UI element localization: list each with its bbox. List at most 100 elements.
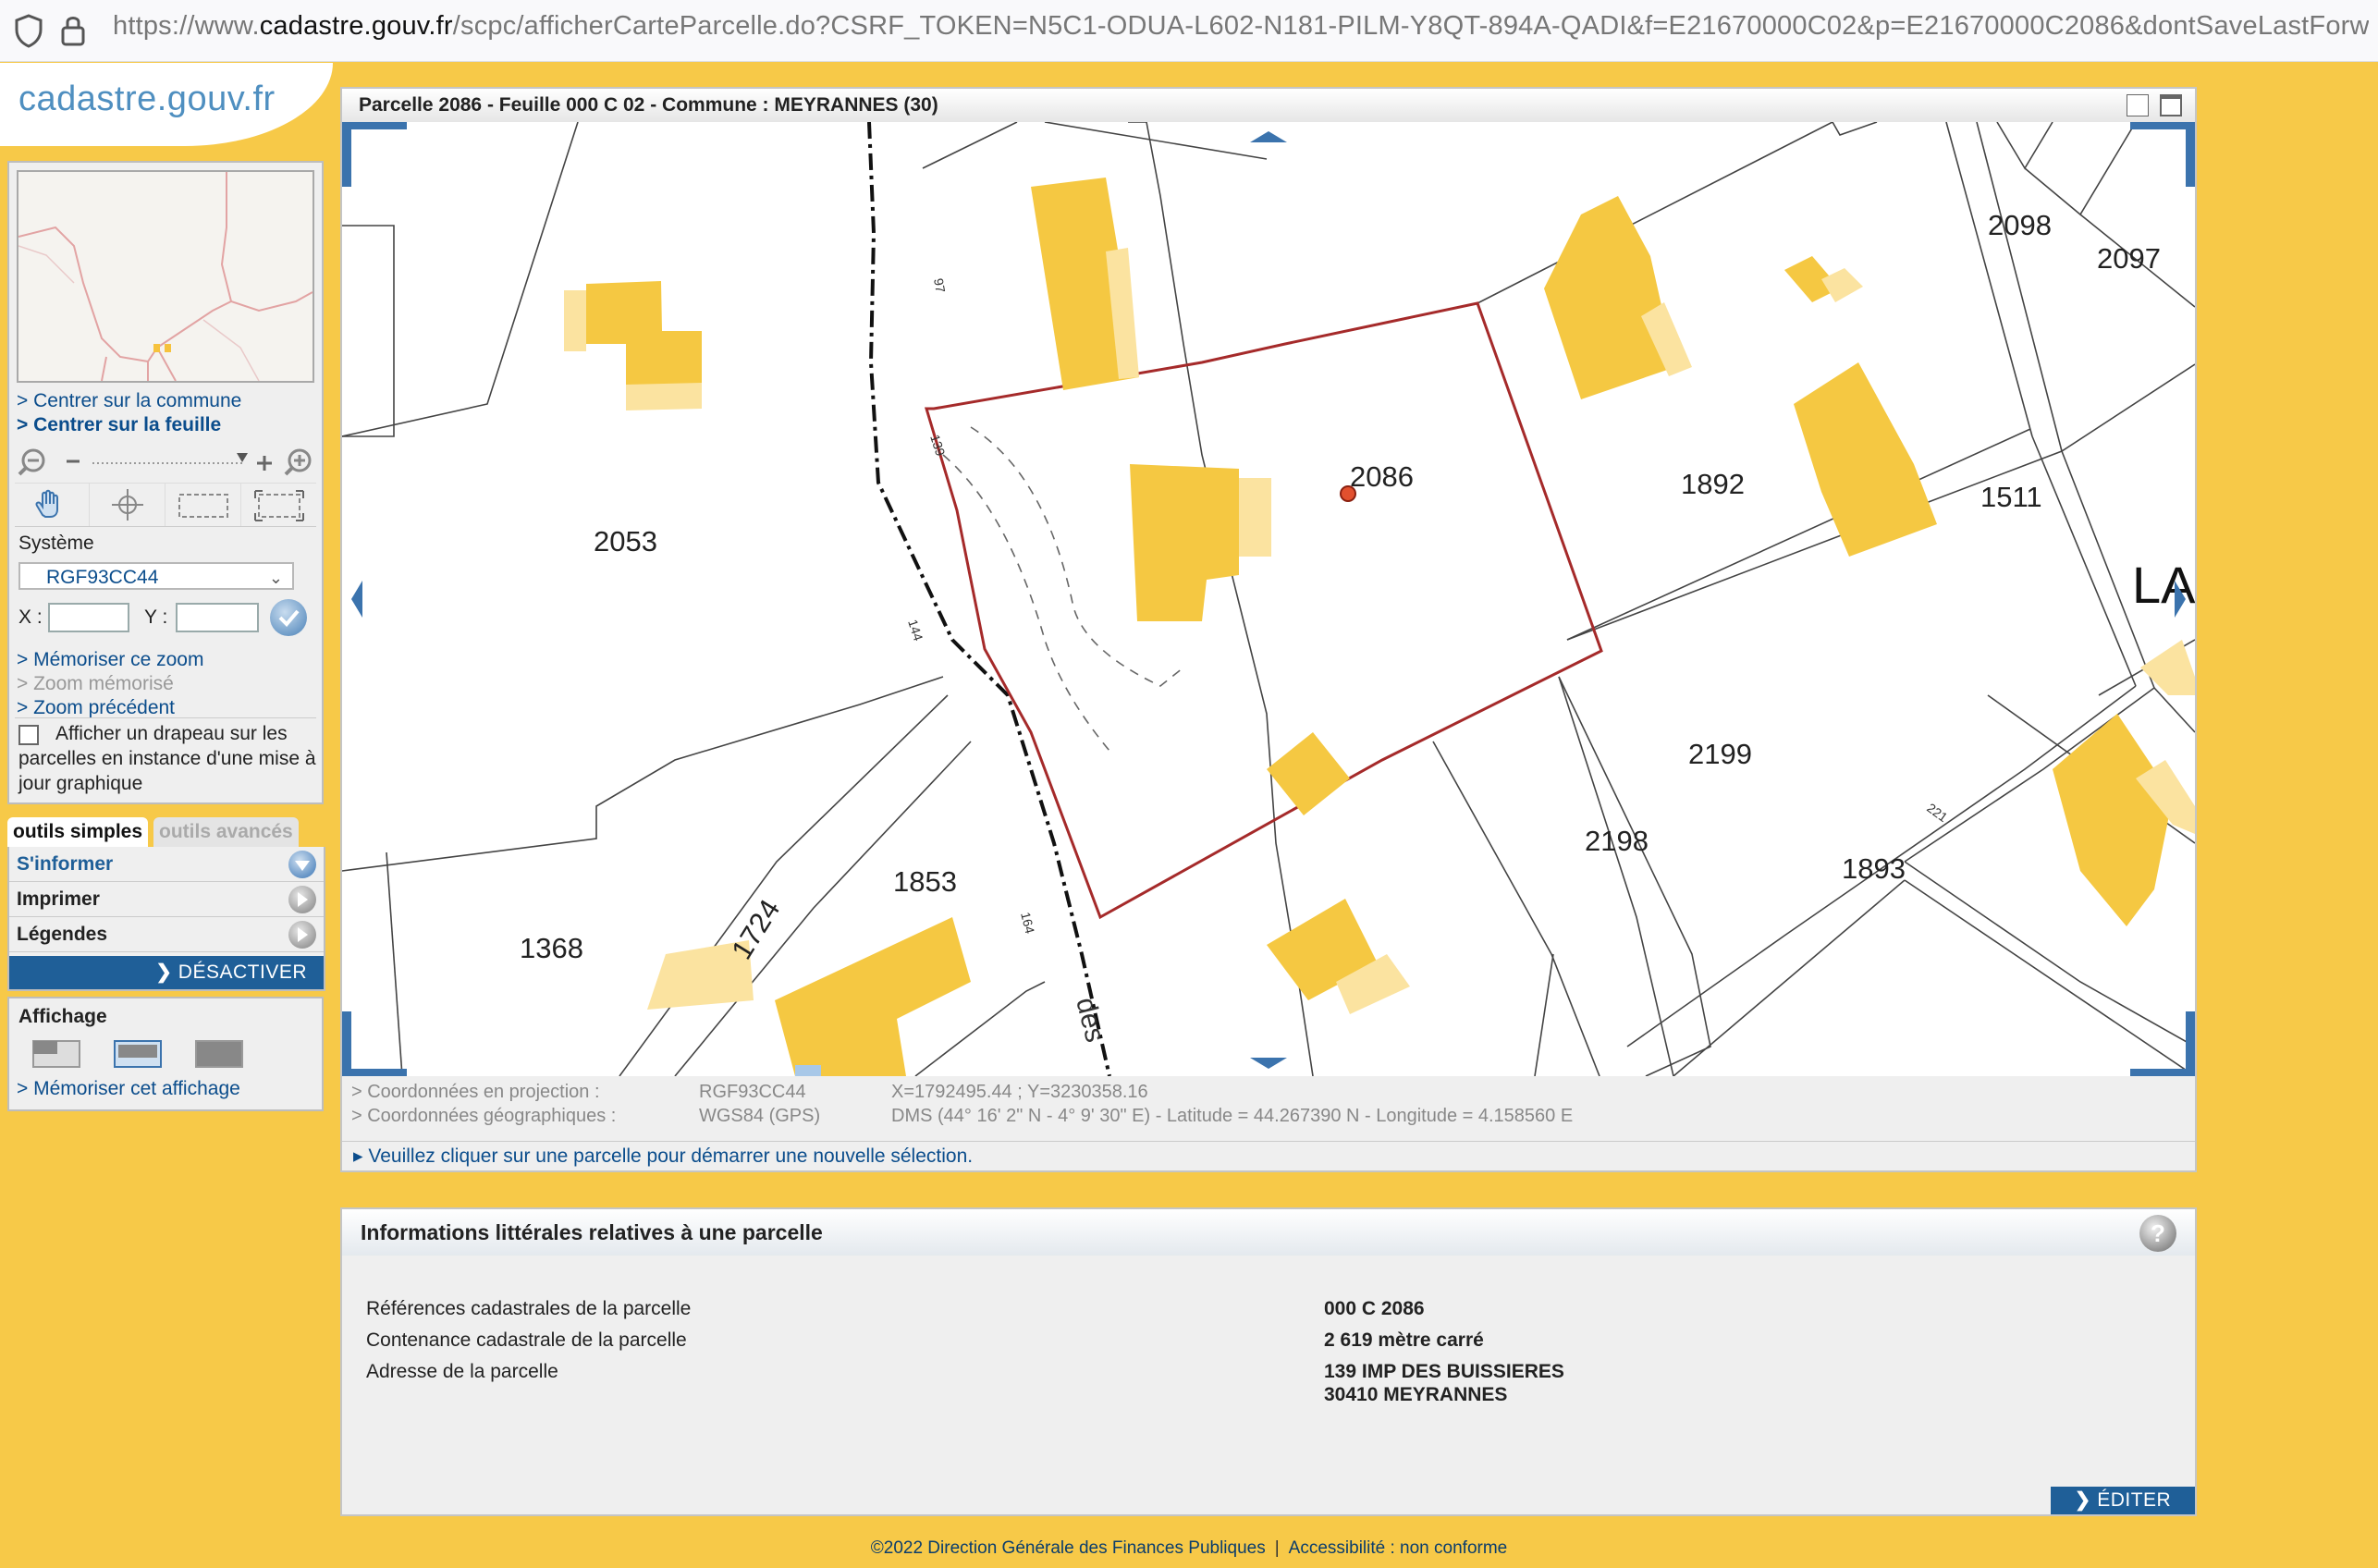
link-center-commune[interactable]: > Centrer sur la commune (17, 390, 241, 412)
parcel-label[interactable]: 2199 (1688, 738, 1752, 770)
zoom-in-icon (284, 448, 312, 476)
editer-button[interactable]: ❯ ÉDITER (2051, 1487, 2195, 1514)
url-text[interactable]: https://www.cadastre.gouv.fr/scpc/affich… (113, 11, 2369, 42)
check-icon (278, 609, 300, 627)
geographic-value: DMS (44° 16' 2" N - 4° 9' 30" E) - Latit… (891, 1106, 1574, 1126)
arrow-right-icon (288, 921, 316, 949)
link-memorize-zoom[interactable]: > Mémoriser ce zoom (17, 649, 203, 671)
accessibility-link[interactable]: Accessibilité : non conforme (1289, 1538, 1508, 1558)
x-label: X : (18, 606, 43, 628)
zoom-out-icon (18, 448, 45, 476)
tab-simple-tools[interactable]: outils simples (7, 817, 149, 847)
link-memorize-display[interactable]: > Mémoriser cet affichage (17, 1078, 240, 1100)
info-title: Informations littérales relatives à une … (342, 1209, 2195, 1256)
projection-system: RGF93CC44 (699, 1082, 806, 1102)
map-window: Parcelle 2086 - Feuille 000 C 02 - Commu… (340, 87, 2197, 1172)
systeme-select[interactable]: RGF93CC44 ⌄ (18, 562, 294, 590)
center-tool[interactable] (91, 484, 165, 526)
chevron-down-icon (288, 851, 316, 878)
site-logo[interactable]: cadastre.gouv.fr (18, 80, 276, 119)
flag-checkbox-label: Afficher un drapeau sur les parcelles en… (18, 723, 316, 794)
logo-area: cadastre.gouv.fr (0, 63, 333, 146)
overview-minimap[interactable] (17, 170, 314, 383)
simple-tools-list: S'informer Imprimer Légendes ❯ DÉSACTIVE… (7, 847, 325, 991)
deactivate-button[interactable]: ❯ DÉSACTIVER (9, 956, 324, 989)
pan-west-arrow[interactable] (351, 581, 362, 618)
tab-advanced-tools[interactable]: outils avancés (153, 817, 299, 847)
selection-message: ▸ Veuillez cliquer sur une parcelle pour… (342, 1141, 2195, 1170)
map-tools-row (15, 483, 316, 527)
link-center-sheet[interactable]: > Centrer sur la feuille (17, 414, 221, 436)
cadastral-map[interactable]: 2053 2086 1892 2098 2097 1511 2199 2198 … (342, 122, 2195, 1076)
lock-icon[interactable] (59, 13, 87, 48)
selection-rectangle-icon (178, 494, 228, 518)
parcel-label[interactable]: 2098 (1988, 209, 2052, 241)
footer: ©2022 Direction Générale des Finances Pu… (0, 1538, 2378, 1559)
hand-icon (35, 489, 58, 518)
navigation-panel: > Centrer sur la commune > Centrer sur l… (7, 161, 324, 804)
arrow-right-icon (288, 886, 316, 913)
display-title: Affichage (18, 1006, 107, 1027)
road-number-label: 97 (931, 277, 948, 294)
tool-legendes[interactable]: Légendes (9, 917, 324, 952)
info-value: 000 C 2086 (1324, 1298, 1425, 1319)
validate-coordinates-button[interactable] (270, 599, 307, 636)
place-name-label: LA (2132, 556, 2195, 614)
road-number-label: 139 (927, 433, 949, 458)
x-coordinate-input[interactable] (48, 603, 129, 632)
maximize-window-icon[interactable] (2160, 94, 2182, 116)
pan-tool[interactable] (15, 484, 90, 526)
map-canvas[interactable]: 2053 2086 1892 2098 2097 1511 2199 2198 … (342, 122, 2195, 1076)
y-coordinate-input[interactable] (176, 603, 259, 632)
full-extent-icon (254, 490, 304, 521)
layout-large-map-icon[interactable] (194, 1039, 244, 1069)
parcel-label[interactable]: 1853 (893, 865, 957, 898)
zoom-slider[interactable] (15, 446, 316, 479)
triangle-right-icon: ▸ (353, 1145, 369, 1167)
chevron-right-icon: ❯ (155, 962, 178, 983)
road-number-label: 164 (1018, 911, 1037, 936)
help-icon[interactable]: ? (2139, 1215, 2176, 1252)
parcel-label[interactable]: 2053 (594, 525, 657, 557)
tools-tabs: outils simples outils avancés (7, 817, 322, 847)
layout-medium-map-icon[interactable] (113, 1039, 163, 1069)
parcel-label[interactable]: 1893 (1842, 852, 1906, 885)
street-name-label: des (1070, 995, 1110, 1046)
map-title: Parcelle 2086 - Feuille 000 C 02 - Commu… (342, 89, 2195, 122)
road-number-label: 144 (905, 618, 926, 643)
layout-small-map-icon[interactable] (31, 1039, 81, 1069)
restore-window-icon[interactable] (2127, 94, 2149, 116)
display-panel: Affichage > Mémoriser cet affichage (7, 997, 324, 1111)
info-label: Adresse de la parcelle (366, 1361, 558, 1382)
parcel-info-window: Informations littérales relatives à une … (340, 1207, 2197, 1516)
map-corner-brackets (342, 122, 2195, 1076)
parcel-label[interactable]: 1368 (520, 932, 583, 964)
parcel-label[interactable]: 1724 (725, 894, 786, 965)
pan-south-arrow[interactable] (1250, 1058, 1287, 1069)
projection-value: X=1792495.44 ; Y=3230358.16 (891, 1082, 1148, 1102)
full-extent-tool[interactable] (242, 484, 316, 526)
parcel-label[interactable]: 1892 (1681, 468, 1745, 500)
parcel-label[interactable]: 2198 (1585, 825, 1649, 857)
parcel-label[interactable]: 2097 (2097, 242, 2161, 275)
parcel-label[interactable]: 2086 (1350, 460, 1414, 493)
footer-separator: | (1274, 1538, 1280, 1558)
tool-sinformer[interactable]: S'informer (9, 847, 324, 882)
info-label: Contenance cadastrale de la parcelle (366, 1329, 687, 1351)
crosshair-icon (112, 489, 143, 521)
link-previous-zoom[interactable]: > Zoom précédent (17, 697, 175, 719)
road-number-label: 221 (1924, 800, 1950, 825)
parcel-label[interactable]: 1511 (1980, 481, 2042, 513)
y-label: Y : (144, 606, 168, 628)
info-label: Références cadastrales de la parcelle (366, 1298, 692, 1319)
chevron-down-icon: ⌄ (268, 569, 283, 587)
pan-north-arrow[interactable] (1250, 131, 1287, 142)
tool-imprimer[interactable]: Imprimer (9, 882, 324, 917)
divider (15, 717, 316, 718)
copyright-link[interactable]: ©2022 Direction Générale des Finances Pu… (871, 1538, 1266, 1558)
info-value: 139 IMP DES BUISSIERES (1324, 1361, 1564, 1382)
selected-parcel-2086 (924, 301, 1603, 920)
shield-icon[interactable] (13, 13, 44, 48)
zoom-box-tool[interactable] (166, 484, 241, 526)
browser-url-bar[interactable]: https://www.cadastre.gouv.fr/scpc/affich… (0, 0, 2378, 62)
